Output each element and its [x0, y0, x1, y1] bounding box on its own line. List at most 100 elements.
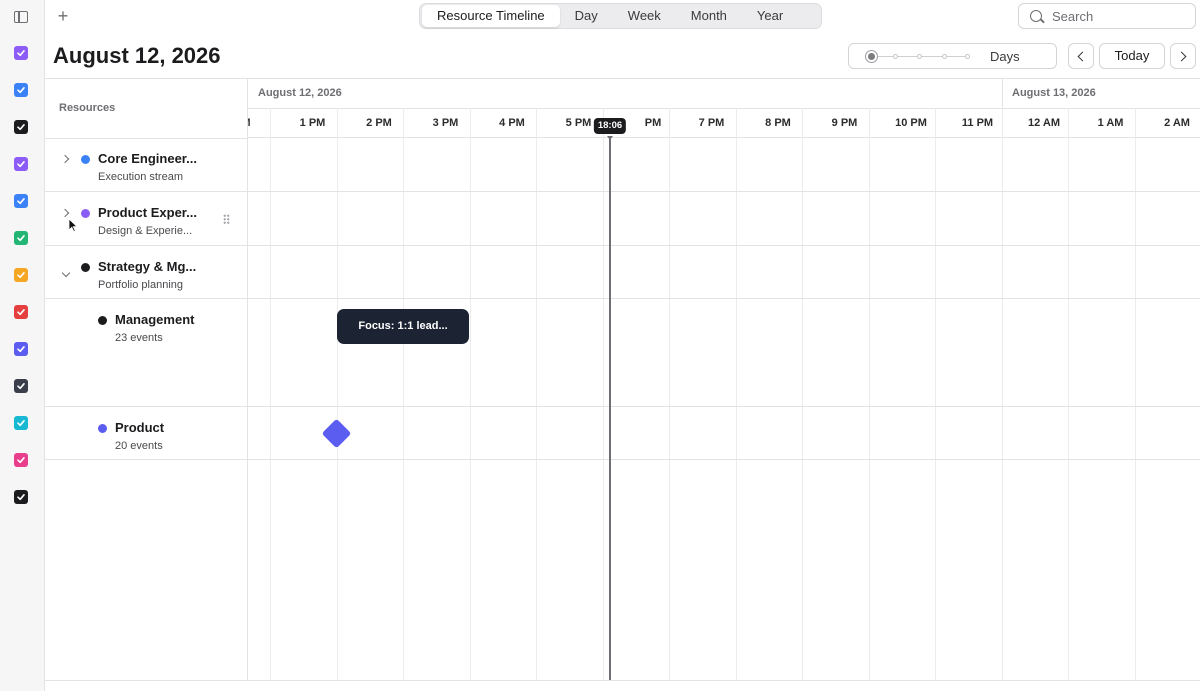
event-focus[interactable]: Focus: 1:1 lead... [337, 309, 469, 344]
hour-label: 4 PM [499, 117, 525, 129]
row-divider [45, 459, 248, 460]
hour-label: 1 PM [299, 117, 326, 129]
hour-gridline [735, 108, 737, 680]
search-input[interactable]: Search [1018, 3, 1196, 29]
resource-color-dot [81, 263, 90, 272]
checkmark-icon [17, 198, 25, 205]
calendar-checkbox[interactable] [14, 379, 28, 393]
hour-label: M [248, 117, 251, 129]
calendar-checkbox[interactable] [14, 46, 28, 60]
date-label-next: August 13, 2026 [1012, 87, 1096, 99]
search-icon [1030, 10, 1042, 22]
checkmark-icon [17, 309, 25, 316]
zoom-step[interactable] [893, 54, 898, 59]
hour-gridline [336, 108, 338, 680]
resource-subtitle: 23 events [115, 332, 163, 344]
hour-label: 3 PM [432, 117, 459, 129]
calendar-checkbox[interactable] [14, 342, 28, 356]
zoom-thumb[interactable] [866, 51, 877, 62]
checkmark-icon [17, 161, 25, 168]
tab-week[interactable]: Week [613, 5, 676, 27]
row-divider [45, 191, 248, 192]
row-divider [248, 298, 1200, 299]
checkmark-icon [17, 272, 25, 279]
chevron-right-icon[interactable] [60, 208, 70, 218]
now-time-badge: 18:06 [593, 118, 627, 134]
calendar-checkbox[interactable] [14, 83, 28, 97]
checkmark-icon [17, 494, 25, 501]
row-divider [45, 298, 248, 299]
resource-subtitle: Execution stream [98, 171, 183, 183]
calendar-checkbox[interactable] [14, 305, 28, 319]
hour-label: 5 PM [565, 117, 592, 129]
hour-gridline [1001, 108, 1003, 680]
zoom-step[interactable] [917, 54, 922, 59]
hour-gridline [403, 108, 404, 680]
next-button[interactable] [1170, 43, 1196, 69]
calendar-checkbox[interactable] [14, 490, 28, 504]
calendar-checkbox[interactable] [14, 120, 28, 134]
hour-gridline [602, 108, 604, 680]
hour-gridline [270, 108, 271, 680]
sidebar-toggle-icon[interactable] [14, 11, 28, 23]
row-divider [45, 245, 248, 246]
calendar-checkbox[interactable] [14, 194, 28, 208]
calendar-rail [0, 0, 45, 691]
resource-timeline-grid: Resources Core Engineer... Execution stre… [45, 78, 1200, 680]
chevron-left-icon [1077, 51, 1088, 62]
prev-button[interactable] [1068, 43, 1094, 69]
checkmark-icon [17, 383, 25, 390]
search-placeholder: Search [1052, 9, 1094, 24]
zoom-label: Days [990, 49, 1020, 64]
date-label-start: August 12, 2026 [258, 87, 342, 99]
divider [45, 138, 248, 139]
chevron-right-icon [1176, 51, 1187, 62]
resource-title: Management [115, 312, 195, 327]
row-divider [248, 459, 1200, 460]
hour-label: PM [644, 117, 662, 129]
today-button[interactable]: Today [1099, 43, 1165, 69]
timeline-area[interactable]: August 12, 2026 August 13, 2026 M 1 PM 2 P… [248, 79, 1200, 680]
hour-label: 8 PM [765, 117, 791, 129]
tab-day[interactable]: Day [560, 5, 613, 27]
resource-title: Product [115, 420, 165, 435]
calendar-checkbox[interactable] [14, 157, 28, 171]
hour-gridline [536, 108, 537, 680]
tab-month[interactable]: Month [676, 5, 742, 27]
zoom-slider[interactable]: Days [848, 43, 1057, 69]
resource-title: Strategy & Mg... [98, 259, 197, 274]
calendar-checkbox[interactable] [14, 268, 28, 282]
now-indicator [609, 138, 611, 680]
row-divider [248, 245, 1200, 246]
footer-divider [45, 680, 1200, 681]
tab-year[interactable]: Year [742, 5, 798, 27]
checkmark-icon [17, 124, 25, 131]
drag-handle-icon[interactable] [223, 214, 230, 224]
hour-gridline [868, 108, 870, 680]
hour-gridline [802, 108, 803, 680]
calendar-checkbox[interactable] [14, 416, 28, 430]
chevron-down-icon[interactable] [61, 268, 71, 278]
calendar-checkbox[interactable] [14, 453, 28, 467]
tab-resource-timeline[interactable]: Resource Timeline [422, 5, 560, 27]
row-divider [45, 406, 248, 407]
zoom-step[interactable] [942, 54, 947, 59]
chevron-right-icon[interactable] [60, 154, 70, 164]
resource-title: Product Exper... [98, 205, 197, 220]
hour-label: 2 AM [1164, 117, 1190, 129]
resource-color-dot [81, 155, 90, 164]
zoom-step[interactable] [965, 54, 970, 59]
resource-subtitle: 20 events [115, 440, 163, 452]
resources-column: Resources Core Engineer... Execution stre… [45, 79, 248, 680]
resources-header: Resources [59, 102, 116, 114]
hour-header: M 1 PM 2 PM 3 PM 4 PM 5 PM PM 7 PM 8 PM 9 PM 10 PM… [248, 108, 1200, 138]
hour-label: 1 AM [1097, 117, 1124, 129]
hour-label: 11 PM [961, 117, 994, 129]
milestone-marker[interactable] [321, 418, 352, 449]
resource-title: Core Engineer... [98, 151, 197, 166]
add-event-button[interactable]: + [55, 6, 71, 26]
hour-gridline [1134, 108, 1136, 680]
hour-gridline [935, 108, 936, 680]
calendar-checkbox[interactable] [14, 231, 28, 245]
checkmark-icon [17, 457, 25, 464]
